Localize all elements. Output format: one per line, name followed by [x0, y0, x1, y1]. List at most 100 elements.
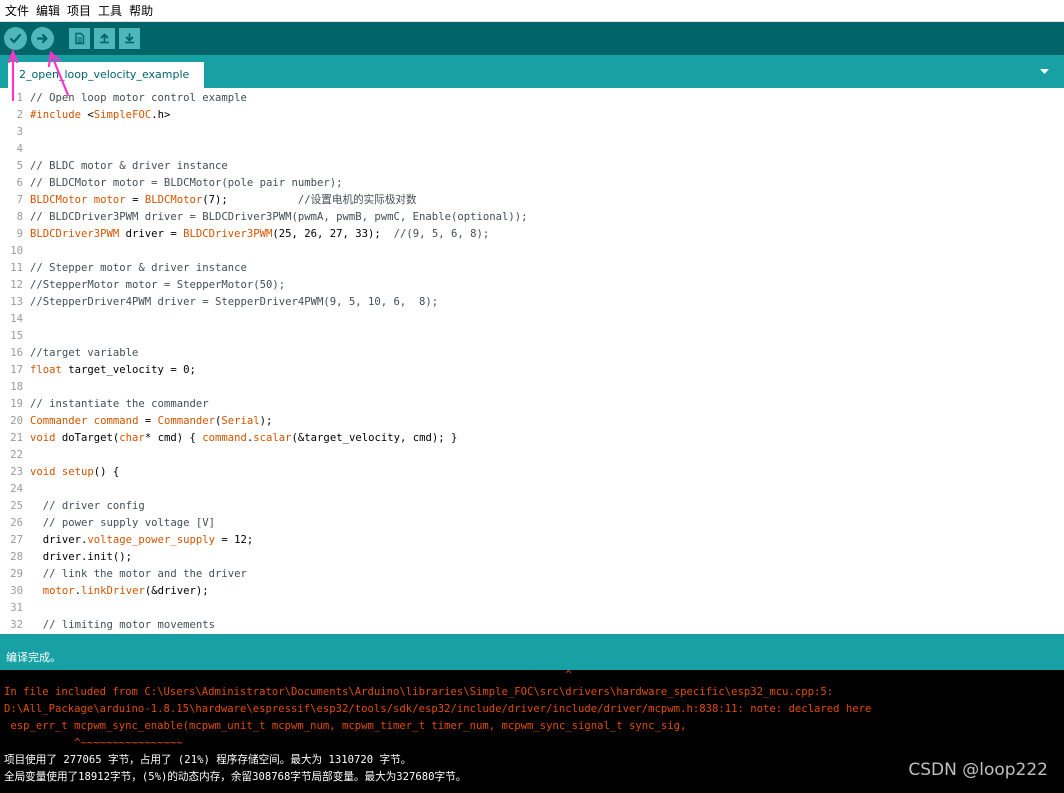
code-line: 1 // Open loop motor control example: [0, 90, 1064, 107]
code-text: // power supply voltage [V]: [30, 517, 215, 529]
code-line: 25 // driver config: [0, 498, 1064, 515]
code-line: 14: [0, 311, 1064, 328]
code-line: 8 // BLDCDriver3PWM driver = BLDCDriver3P…: [0, 209, 1064, 226]
code-line: 28 driver.init();: [0, 549, 1064, 566]
watermark: CSDN @loop222: [908, 760, 1048, 780]
code-line: 3: [0, 124, 1064, 141]
code-line: 10: [0, 243, 1064, 260]
menu-help[interactable]: 帮助: [127, 0, 158, 22]
code-line: 17 float target_velocity = 0;: [0, 362, 1064, 379]
line-number: 27: [10, 534, 23, 546]
code-line: 29 // link the motor and the driver: [0, 566, 1064, 583]
line-number: 21: [10, 432, 23, 444]
code-text: // limiting motor movements: [30, 619, 215, 631]
code-text: driver.voltage_power_supply = 12;: [30, 534, 254, 546]
code-line: 22: [0, 447, 1064, 464]
line-number: 29: [10, 568, 23, 580]
code-text: void setup() {: [30, 466, 120, 478]
line-number: 20: [10, 415, 23, 427]
line-number: 7: [16, 194, 23, 206]
code-line: 2 #include <SimpleFOC.h>: [0, 107, 1064, 124]
code-line: 26 // power supply voltage [V]: [0, 515, 1064, 532]
code-text: // link the motor and the driver: [30, 568, 247, 580]
code-line: 15: [0, 328, 1064, 345]
code-text: // Open loop motor control example: [30, 92, 247, 104]
line-number: 17: [10, 364, 23, 376]
line-number: 30: [10, 585, 23, 597]
code-line: 4: [0, 141, 1064, 158]
line-number: 25: [10, 500, 23, 512]
open-button[interactable]: [94, 28, 115, 49]
code-line: 20 Commander command = Commander(Serial);: [0, 413, 1064, 430]
console-line: esp_err_t mcpwm_sync_enable(mcpwm_unit_t…: [4, 720, 687, 732]
menu-tools[interactable]: 工具: [96, 0, 127, 22]
line-number: 9: [16, 228, 23, 240]
new-button[interactable]: [69, 28, 90, 49]
console-line: 项目使用了 277065 字节，占用了 (21%) 程序存储空间。最大为 131…: [4, 754, 412, 766]
code-text: void doTarget(char* cmd) { command.scala…: [30, 432, 458, 444]
code-line: 27 driver.voltage_power_supply = 12;: [0, 532, 1064, 549]
line-number: 22: [10, 449, 23, 461]
arrow-right-icon: [36, 33, 48, 44]
line-number: 24: [10, 483, 23, 495]
code-line: 5 // BLDC motor & driver instance: [0, 158, 1064, 175]
document-icon: [75, 32, 85, 45]
code-text: //target variable: [30, 347, 139, 359]
code-text: // instantiate the commander: [30, 398, 209, 410]
menu-sketch[interactable]: 项目: [65, 0, 96, 22]
line-number: 19: [10, 398, 23, 410]
code-text: // BLDC motor & driver instance: [30, 160, 228, 172]
tab-menu-icon[interactable]: [1037, 64, 1052, 79]
code-line: 6 // BLDCMotor motor = BLDCMotor(pole pai…: [0, 175, 1064, 192]
code-text: motor.linkDriver(&driver);: [42, 585, 209, 597]
line-number: 8: [16, 211, 23, 223]
menu-edit[interactable]: 编辑: [34, 0, 65, 22]
code-text: float target_velocity = 0;: [30, 364, 196, 376]
save-button[interactable]: [119, 28, 140, 49]
code-line: 31: [0, 600, 1064, 617]
line-number: 23: [10, 466, 23, 478]
line-number: 1: [16, 92, 23, 104]
code-text: //StepperMotor motor = StepperMotor(50);: [30, 279, 286, 291]
line-number: 5: [16, 160, 23, 172]
checkmark-icon: [9, 33, 22, 44]
menu-file[interactable]: 文件: [3, 0, 34, 22]
code-text: Commander command = Commander(Serial);: [30, 415, 273, 427]
code-line: 30 motor.linkDriver(&driver);: [0, 583, 1064, 600]
code-line: 9 BLDCDriver3PWM driver = BLDCDriver3PWM(…: [0, 226, 1064, 243]
tab-sketch[interactable]: 2_open_loop_velocity_example: [8, 62, 204, 88]
line-number: 28: [10, 551, 23, 563]
console-output[interactable]: ^ In file included from C:\Users\Administ…: [0, 670, 1064, 793]
line-number: 16: [10, 347, 23, 359]
console-line: ^: [4, 670, 572, 681]
code-line: 32 // limiting motor movements: [0, 617, 1064, 634]
line-number: 6: [16, 177, 23, 189]
code-text: BLDCDriver3PWM driver = BLDCDriver3PWM(2…: [30, 228, 490, 240]
code-text: driver.init();: [30, 551, 133, 563]
console-line: 全局变量使用了18912字节，(5%)的动态内存，余留308768字节局部变量。…: [4, 771, 467, 783]
line-number: 4: [16, 143, 23, 155]
line-number: 14: [10, 313, 23, 325]
arrow-up-icon: [100, 33, 109, 44]
arrow-down-icon: [125, 33, 134, 44]
code-editor[interactable]: 1 // Open loop motor control example 2 #inc…: [0, 88, 1064, 634]
code-line: 23 void setup() {: [0, 464, 1064, 481]
toolbar: [0, 22, 1064, 55]
code-line: 11 // Stepper motor & driver instance: [0, 260, 1064, 277]
code-text: // BLDCMotor motor = BLDCMotor(pole pair…: [30, 177, 343, 189]
line-number: 2: [16, 109, 23, 121]
status-bar: 编译完成。: [0, 634, 1064, 670]
line-number: 26: [10, 517, 23, 529]
upload-button[interactable]: [31, 27, 54, 50]
verify-button[interactable]: [4, 27, 27, 50]
line-number: 31: [10, 602, 23, 614]
code-line: 18: [0, 379, 1064, 396]
code-line: 12 //StepperMotor motor = StepperMotor(50…: [0, 277, 1064, 294]
line-number: 10: [10, 245, 23, 257]
menu-bar: 文件 编辑 项目 工具 帮助: [0, 0, 1064, 22]
code-line: 19 // instantiate the commander: [0, 396, 1064, 413]
code-line: 24: [0, 481, 1064, 498]
code-line: 21 void doTarget(char* cmd) { command.sca…: [0, 430, 1064, 447]
code-text: // BLDCDriver3PWM driver = BLDCDriver3PW…: [30, 211, 528, 223]
line-number: 13: [10, 296, 23, 308]
